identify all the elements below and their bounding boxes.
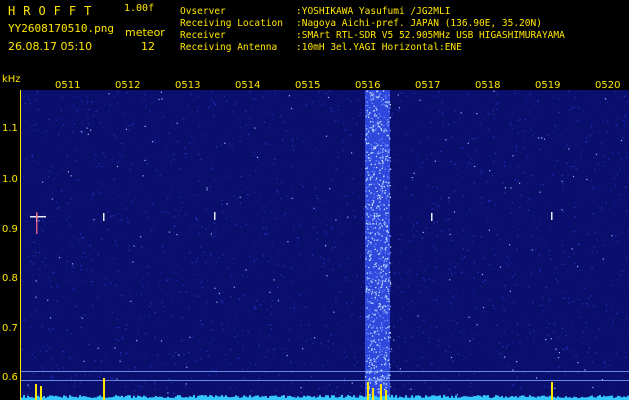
frequency-tick-label: 0.8	[2, 273, 18, 284]
spectrogram-area	[0, 72, 629, 400]
location-row: Receiving Location :Nagoya Aichi-pref. J…	[180, 18, 565, 30]
antenna-row: Receiving Antenna :10mH 3el.YAGI Horizon…	[180, 42, 565, 54]
interference-band	[365, 90, 392, 400]
time-tick-label: 0512	[115, 80, 141, 91]
time-tick-label: 0511	[55, 80, 81, 91]
observer-label: Ovserver	[180, 6, 226, 17]
frequency-axis-line	[20, 90, 21, 400]
meteor-echo	[36, 212, 38, 234]
meteor-count-label: meteor	[125, 26, 165, 39]
frequency-tick-label: 0.7	[2, 323, 18, 334]
time-tick-label: 0518	[475, 80, 501, 91]
meteor-echo	[551, 212, 553, 220]
station-info: Ovserver :YOSHIKAWA Yasufumi /JG2MLI Rec…	[180, 6, 565, 54]
observer-value: :YOSHIKAWA Yasufumi /JG2MLI	[296, 6, 451, 17]
time-tick-label: 0517	[415, 80, 441, 91]
spectrogram-canvas	[21, 90, 629, 400]
frequency-tick-label: 0.6	[2, 372, 18, 383]
reference-line	[21, 380, 629, 381]
meteor-echo	[214, 212, 216, 220]
receiver-row: Receiver :SMArt RTL-SDR V5 52.905MHz USB…	[180, 30, 565, 42]
time-tick-label: 0516	[355, 80, 381, 91]
time-tick-label: 0515	[295, 80, 321, 91]
frequency-tick-label: 1.0	[2, 174, 18, 185]
time-tick-label: 0513	[175, 80, 201, 91]
spectrogram-background	[21, 90, 629, 400]
app-brand: HROFFT	[8, 4, 100, 18]
app-version: 1.00f	[124, 3, 155, 14]
capture-datetime: 26.08.17 05:10	[8, 40, 93, 53]
frequency-tick-label: 0.9	[2, 224, 18, 235]
time-tick-label: 0520	[595, 80, 621, 91]
time-tick-label: 0514	[235, 80, 261, 91]
meteor-count-value: 12	[141, 40, 155, 53]
time-tick-label: 0519	[535, 80, 561, 91]
receiver-value: :SMArt RTL-SDR V5 52.905MHz USB HIGASHIM…	[296, 30, 565, 41]
antenna-label: Receiving Antenna	[180, 42, 278, 53]
meteor-echo	[103, 213, 105, 221]
frequency-tick-label: 1.1	[2, 123, 18, 134]
location-label: Receiving Location	[180, 18, 283, 29]
header-panel: HROFFT 1.00f YY2608170510.png meteor 26.…	[0, 0, 629, 72]
antenna-value: :10mH 3el.YAGI Horizontal:ENE	[296, 42, 462, 53]
time-axis: 0511 0512 0513 0514 0515 0516 0517 0518 …	[0, 80, 629, 94]
meteor-echo	[30, 216, 46, 218]
meteor-echo	[431, 213, 433, 221]
receiver-label: Receiver	[180, 30, 226, 41]
reference-line	[21, 371, 629, 372]
observer-row: Ovserver :YOSHIKAWA Yasufumi /JG2MLI	[180, 6, 565, 18]
image-filename: YY2608170510.png	[8, 22, 114, 35]
location-value: :Nagoya Aichi-pref. JAPAN (136.90E, 35.2…	[296, 18, 542, 29]
